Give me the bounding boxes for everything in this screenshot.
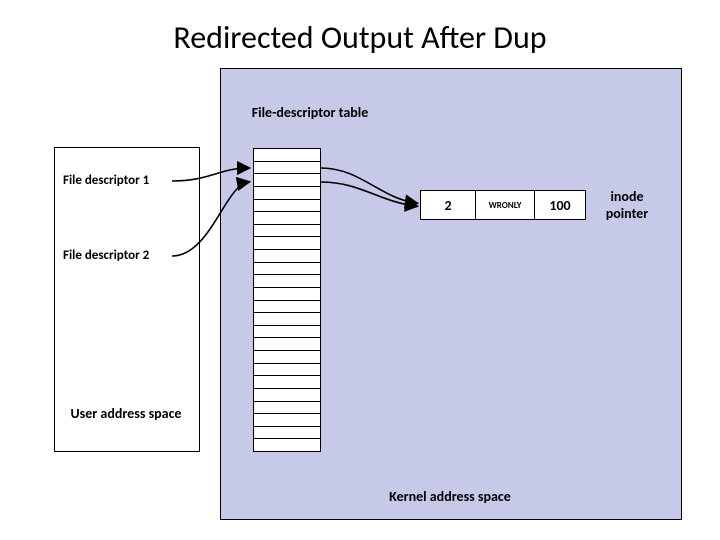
fd-slot (254, 402, 320, 415)
fd-slot (254, 364, 320, 377)
fd-slot (254, 174, 320, 187)
page-title: Redirected Output After Dup (0, 18, 720, 57)
fd-slot (254, 225, 320, 238)
file-table-entry: 2 WRONLY 100 (420, 190, 586, 220)
kernel-space-label: Kernel address space (350, 488, 550, 505)
fd-slot (254, 187, 320, 200)
fd-slot (254, 338, 320, 351)
fd-slot (254, 237, 320, 250)
fd-slot (254, 200, 320, 213)
entry-offset: 100 (535, 191, 586, 220)
fd-slot (254, 326, 320, 339)
fd-slot (254, 263, 320, 276)
user-space-label: User address space (60, 405, 192, 422)
fd-slot (254, 301, 320, 314)
fd-slot (254, 389, 320, 402)
fd-slot (254, 414, 320, 427)
inode-pointer-label: inode pointer (592, 188, 662, 222)
fd-slot (254, 351, 320, 364)
fd-slot (254, 162, 320, 175)
fd2-label: File descriptor 2 (63, 248, 149, 263)
entry-refcount: 2 (421, 191, 476, 220)
fd-table-label: File-descriptor table (250, 104, 370, 121)
fd-slot (254, 288, 320, 301)
fd-slot (254, 313, 320, 326)
fd-slot (254, 427, 320, 440)
fd1-label: File descriptor 1 (63, 173, 149, 188)
entry-mode: WRONLY (476, 191, 535, 220)
fd-slot (254, 439, 320, 451)
fd-slot (254, 212, 320, 225)
fd-slot (254, 149, 320, 162)
fd-slot (254, 275, 320, 288)
fd-slot (254, 250, 320, 263)
file-descriptor-table (253, 148, 321, 452)
fd-slot (254, 376, 320, 389)
